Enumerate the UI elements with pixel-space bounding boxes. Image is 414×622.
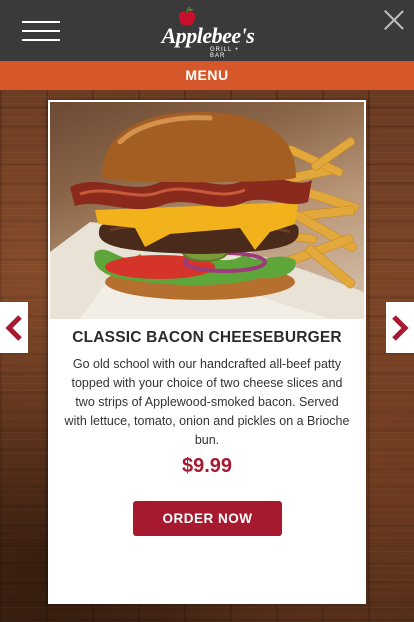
hamburger-icon[interactable]: [22, 21, 60, 41]
menu-item-card: CLASSIC BACON CHEESEBURGER Go old school…: [48, 100, 366, 604]
menu-bar-title[interactable]: MENU: [0, 61, 414, 90]
chevron-left-icon: [5, 315, 22, 341]
next-item-button[interactable]: [386, 302, 414, 353]
dish-title: CLASSIC BACON CHEESEBURGER: [72, 329, 342, 346]
app-header: Applebee's GRILL + BAR: [0, 0, 414, 61]
chevron-right-icon: [392, 315, 409, 341]
previous-item-button[interactable]: [0, 302, 28, 353]
logo-wordmark: Applebee's: [161, 23, 255, 48]
dish-description: Go old school with our handcrafted all-b…: [64, 357, 350, 447]
applebees-logo[interactable]: Applebee's GRILL + BAR: [158, 6, 258, 59]
close-icon[interactable]: [383, 9, 405, 31]
order-now-button[interactable]: ORDER NOW: [133, 501, 282, 536]
logo-subtext: GRILL + BAR: [210, 47, 240, 59]
dish-price: $9.99: [181, 455, 233, 477]
dish-photo: [50, 102, 364, 319]
